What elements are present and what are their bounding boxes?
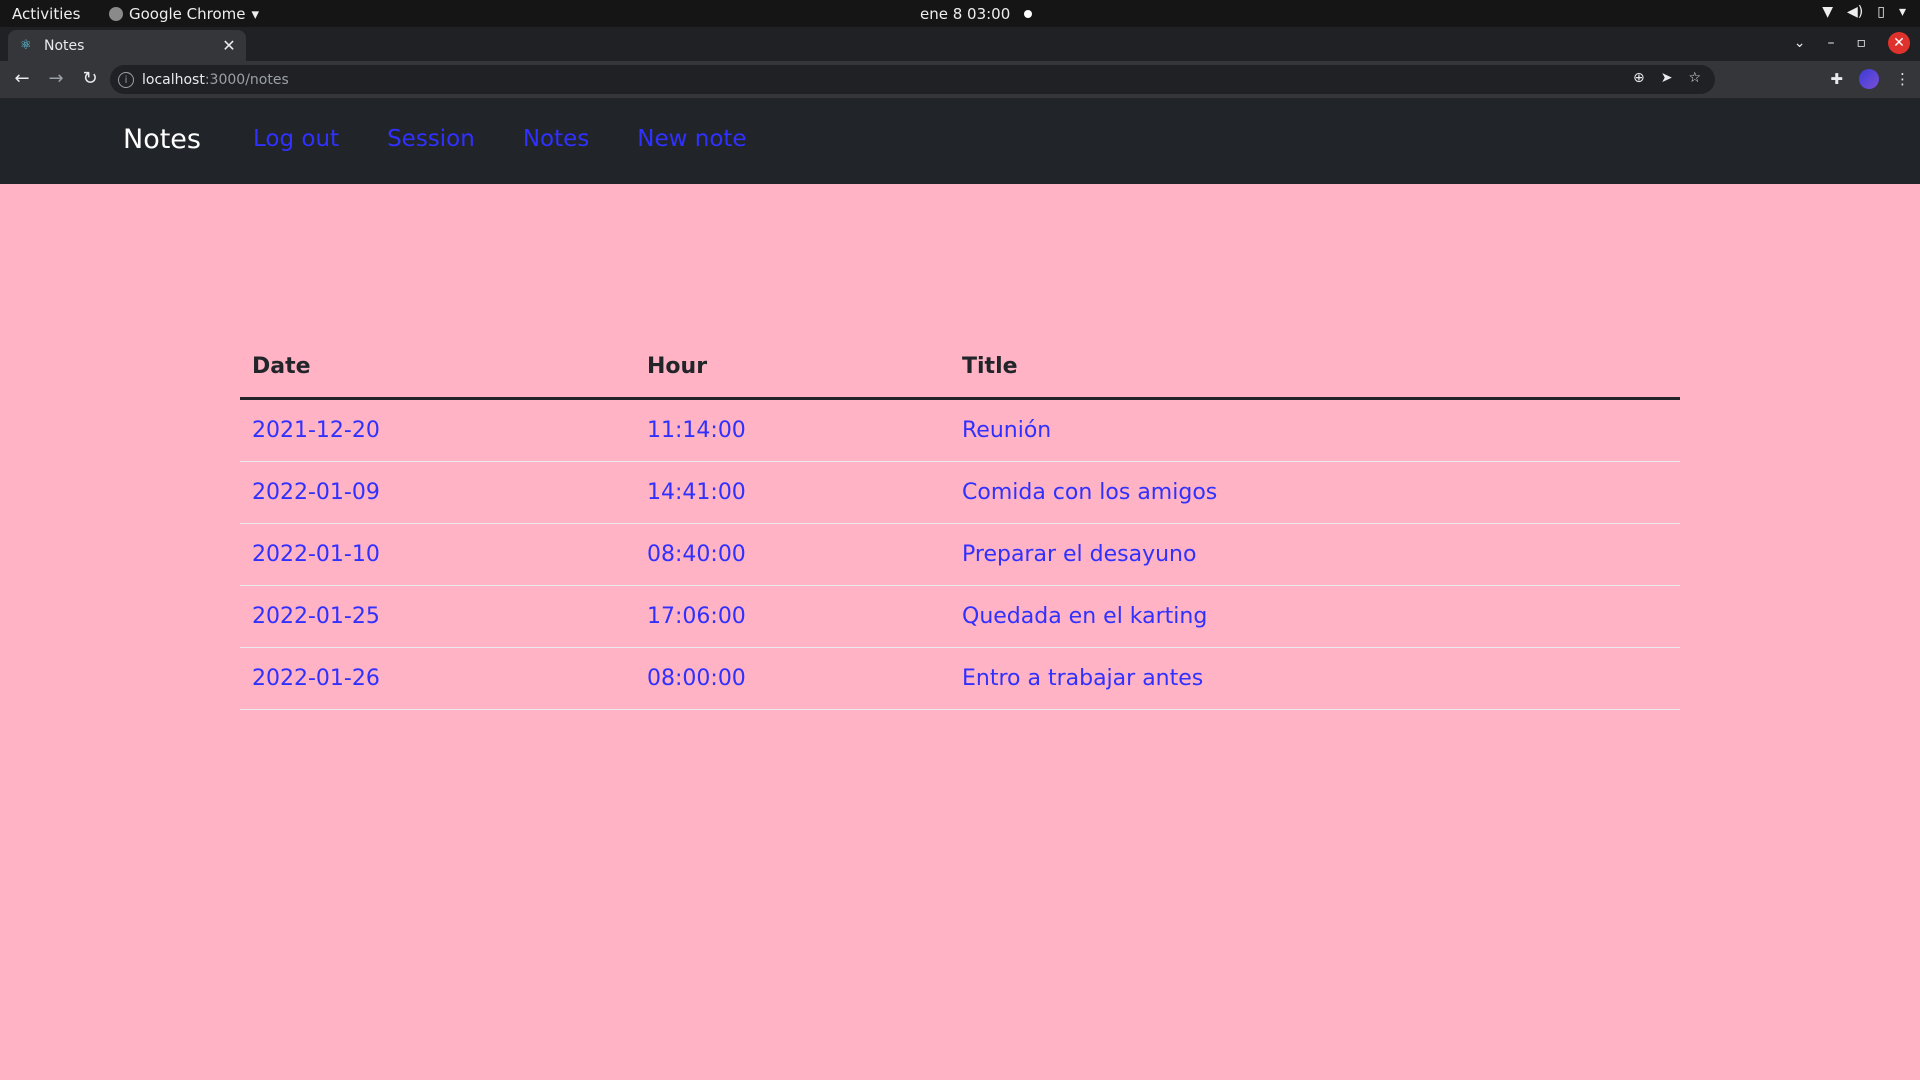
date-cell: 2022-01-09 xyxy=(240,461,635,524)
table-row: 2021-12-20 11:14:00 Reunión xyxy=(240,398,1680,462)
hour-cell: 14:41:00 xyxy=(635,461,950,524)
title-cell: Quedada en el karting xyxy=(950,585,1680,648)
nav-link-session[interactable]: Session xyxy=(387,126,475,152)
system-tray[interactable]: ▼ ◀) ▯ ▾ xyxy=(1822,4,1906,20)
note-date-link[interactable]: 2022-01-10 xyxy=(252,542,380,567)
title-cell: Entro a trabajar antes xyxy=(950,647,1680,710)
app-navbar: Notes Log out Session Notes New note xyxy=(0,98,1920,184)
table-row: 2022-01-10 08:40:00 Preparar el desayuno xyxy=(240,523,1680,586)
app-menu[interactable]: Google Chrome ▾ xyxy=(109,5,259,23)
note-hour-link[interactable]: 11:14:00 xyxy=(647,418,746,443)
table-row: 2022-01-26 08:00:00 Entro a trabajar ant… xyxy=(240,647,1680,710)
chrome-icon xyxy=(109,7,123,21)
clock[interactable]: ene 8 03:00 xyxy=(920,5,1033,23)
date-cell: 2022-01-26 xyxy=(240,647,635,710)
note-hour-link[interactable]: 17:06:00 xyxy=(647,604,746,629)
hour-cell: 11:14:00 xyxy=(635,398,950,462)
close-tab-icon[interactable]: ✕ xyxy=(220,36,238,55)
hour-cell: 08:40:00 xyxy=(635,523,950,586)
tab-title: Notes xyxy=(44,37,85,54)
profile-icon[interactable] xyxy=(1859,69,1879,89)
navigation-buttons: ← → ↻ xyxy=(12,69,100,89)
note-date-link[interactable]: 2022-01-09 xyxy=(252,480,380,505)
tab-notes[interactable]: ⚛ Notes ✕ xyxy=(8,30,246,61)
nav-link-log-out[interactable]: Log out xyxy=(253,126,339,152)
table-header-row: Date Hour Title xyxy=(240,354,1680,400)
note-hour-link[interactable]: 08:00:00 xyxy=(647,666,746,691)
column-header-title: Title xyxy=(950,354,1680,400)
chevron-down-icon: ▾ xyxy=(1898,4,1906,20)
url-host: localhost xyxy=(142,71,205,88)
column-header-date: Date xyxy=(240,354,635,400)
back-icon[interactable]: ← xyxy=(12,69,32,89)
omnibox-actions: ⊕ ➤ ☆ xyxy=(1633,70,1701,86)
reload-icon[interactable]: ↻ xyxy=(80,69,100,89)
extensions-icon[interactable]: ✚ xyxy=(1830,70,1843,88)
react-icon: ⚛ xyxy=(20,37,32,53)
wifi-icon: ▼ xyxy=(1822,4,1834,20)
brand[interactable]: Notes xyxy=(123,124,201,155)
notification-dot-icon xyxy=(1024,10,1033,18)
note-date-link[interactable]: 2022-01-26 xyxy=(252,666,380,691)
restore-icon[interactable]: ▫ xyxy=(1857,35,1867,51)
window-controls: ⌄ – ▫ ✕ xyxy=(1794,32,1910,54)
note-date-link[interactable]: 2021-12-20 xyxy=(252,418,380,443)
date-cell: 2021-12-20 xyxy=(240,398,635,462)
note-title-link[interactable]: Entro a trabajar antes xyxy=(962,666,1203,691)
send-icon[interactable]: ➤ xyxy=(1661,70,1673,86)
volume-icon: ◀) xyxy=(1847,4,1864,20)
note-hour-link[interactable]: 14:41:00 xyxy=(647,480,746,505)
caret-down-icon: ▾ xyxy=(251,5,260,23)
activities-button[interactable]: Activities xyxy=(12,5,80,23)
note-date-link[interactable]: 2022-01-25 xyxy=(252,604,380,629)
note-title-link[interactable]: Reunión xyxy=(962,418,1051,443)
note-title-link[interactable]: Comida con los amigos xyxy=(962,480,1217,505)
toolbar-extensions: ✚ ⋮ xyxy=(1830,69,1910,89)
star-icon[interactable]: ☆ xyxy=(1688,70,1701,86)
hour-cell: 08:00:00 xyxy=(635,647,950,710)
tab-strip: ⚛ Notes ✕ + ⌄ – ▫ ✕ xyxy=(0,27,1920,82)
forward-icon[interactable]: → xyxy=(46,69,66,89)
battery-icon: ▯ xyxy=(1877,4,1885,20)
note-title-link[interactable]: Preparar el desayuno xyxy=(962,542,1196,567)
zoom-icon[interactable]: ⊕ xyxy=(1633,70,1645,86)
nav-link-new-note[interactable]: New note xyxy=(637,126,746,152)
column-header-hour: Hour xyxy=(635,354,950,400)
nav-links: Log out Session Notes New note xyxy=(253,126,747,152)
browser-toolbar: ← → ↻ i localhost:3000/notes ⊕ ➤ ☆ ✚ ⋮ xyxy=(0,61,1920,98)
date-cell: 2022-01-25 xyxy=(240,585,635,648)
table-row: 2022-01-25 17:06:00 Quedada en el kartin… xyxy=(240,585,1680,648)
close-window-icon[interactable]: ✕ xyxy=(1888,32,1910,54)
note-title-link[interactable]: Quedada en el karting xyxy=(962,604,1207,629)
note-hour-link[interactable]: 08:40:00 xyxy=(647,542,746,567)
hour-cell: 17:06:00 xyxy=(635,585,950,648)
tab-search-icon[interactable]: ⌄ xyxy=(1794,35,1806,51)
table-row: 2022-01-09 14:41:00 Comida con los amigo… xyxy=(240,461,1680,524)
notes-table: Date Hour Title 2021-12-20 11:14:00 Reun… xyxy=(240,354,1680,710)
url-path: :3000/notes xyxy=(204,71,289,88)
os-top-bar: Activities Google Chrome ▾ ene 8 03:00 ▼… xyxy=(0,0,1920,27)
info-icon[interactable]: i xyxy=(118,71,134,88)
title-cell: Comida con los amigos xyxy=(950,461,1680,524)
clock-label: ene 8 03:00 xyxy=(920,5,1011,23)
date-cell: 2022-01-10 xyxy=(240,523,635,586)
title-cell: Reunión xyxy=(950,398,1680,462)
menu-icon[interactable]: ⋮ xyxy=(1895,70,1910,88)
minimize-icon[interactable]: – xyxy=(1828,35,1835,51)
address-bar[interactable]: i localhost:3000/notes ⊕ ➤ ☆ xyxy=(110,65,1715,94)
app-menu-label: Google Chrome xyxy=(129,5,246,23)
title-cell: Preparar el desayuno xyxy=(950,523,1680,586)
nav-link-notes[interactable]: Notes xyxy=(523,126,589,152)
